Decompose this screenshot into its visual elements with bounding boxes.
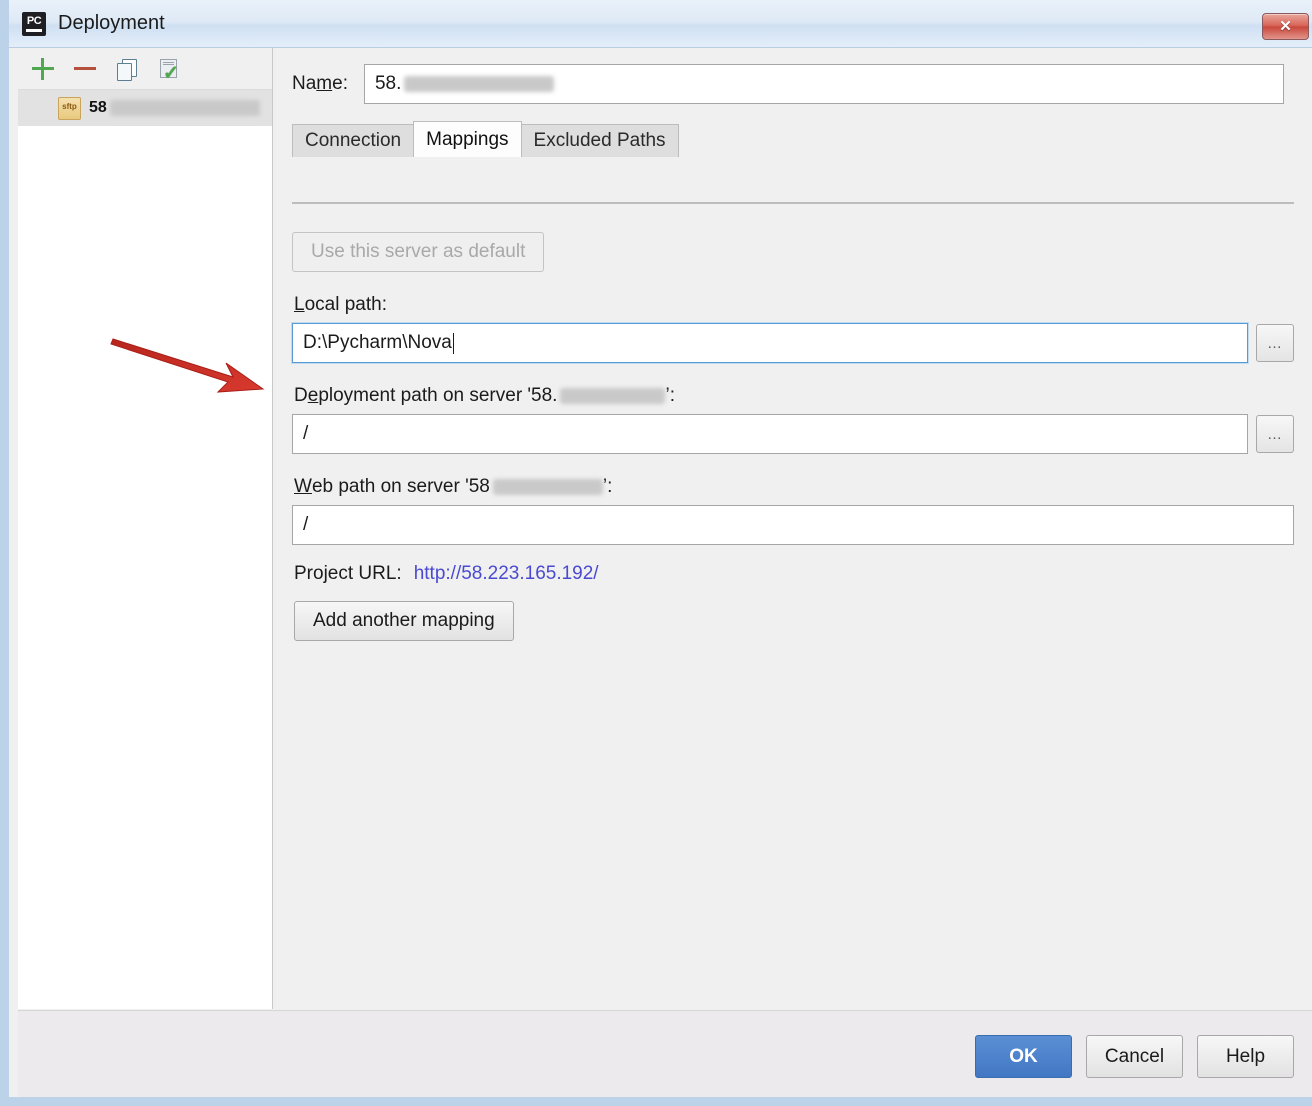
dialog-content: ✓ sftp 58 Name: 58. Connection Mappings … (18, 48, 1312, 1097)
deployment-dialog-screenshot: PC Deployment ✕ ✓ sftp 58 Name: 58. Conn… (0, 0, 1312, 1106)
checkmark-icon: ✓ (163, 62, 179, 84)
add-another-mapping-button[interactable]: Add another mapping (294, 601, 514, 641)
close-button[interactable]: ✕ (1262, 13, 1309, 40)
local-path-browse-button[interactable]: … (1256, 324, 1294, 362)
web-path-value: / (303, 514, 309, 535)
add-mapping-wrap: Add another mapping (294, 601, 1294, 641)
project-url-link[interactable]: http://58.223.165.192/ (414, 563, 599, 585)
window-title: Deployment (58, 12, 165, 34)
deployment-path-label-d: D (294, 385, 308, 406)
name-input[interactable]: 58. (363, 64, 1284, 104)
name-row: Name: 58. (274, 48, 1312, 104)
redacted-deployment-host (560, 388, 666, 404)
deployment-path-mnemonic: e (307, 385, 319, 406)
pycharm-icon-text: PC (26, 14, 42, 27)
local-path-input[interactable]: D:\Pycharm\Nova (292, 323, 1248, 363)
web-path-label: Web path on server '58 ’: (294, 476, 1294, 498)
server-list: sftp 58 (18, 90, 272, 126)
text-caret (452, 332, 454, 354)
tab-mappings[interactable]: Mappings (413, 121, 522, 157)
mappings-tab-body: Use this server as default Local path: D… (292, 206, 1294, 1009)
add-server-button[interactable] (30, 56, 56, 82)
window-titlebar: PC Deployment ✕ (9, 0, 1312, 48)
deployment-path-label-prefix: ployment path on server '58. (318, 385, 558, 406)
list-item[interactable]: sftp 58 (18, 90, 272, 126)
redacted-server-name (109, 100, 260, 116)
tabs-divider (292, 202, 1294, 204)
deployment-path-browse-button[interactable]: … (1256, 415, 1294, 453)
settings-tabs: Connection Mappings Excluded Paths (292, 121, 1312, 157)
pycharm-icon-bar (26, 28, 42, 32)
remove-server-button[interactable] (72, 56, 98, 82)
server-list-item-label: 58 (89, 99, 260, 117)
sftp-icon-label: sftp (62, 101, 77, 111)
server-list-panel: ✓ sftp 58 (18, 48, 273, 1009)
local-path-value: D:\Pycharm\Nova (303, 332, 452, 353)
footer-buttons: OK Cancel Help (975, 1035, 1294, 1078)
deployment-path-row: / … (292, 414, 1294, 454)
copy-icon-page-front (117, 62, 132, 81)
deployment-dialog-window: PC Deployment ✕ ✓ sftp 58 Name: 58. Conn… (0, 0, 1312, 1106)
web-path-mnemonic: W (294, 476, 312, 497)
deployment-path-label-suffix: ’: (665, 385, 675, 406)
local-path-mnemonic: L (294, 294, 305, 315)
close-icon: ✕ (1279, 18, 1292, 35)
help-button[interactable]: Help (1197, 1035, 1294, 1078)
tab-connection[interactable]: Connection (292, 124, 415, 157)
copy-server-button[interactable] (114, 56, 140, 82)
ok-button[interactable]: OK (975, 1035, 1072, 1078)
project-url-row: Project URL: http://58.223.165.192/ (294, 563, 1294, 585)
project-url-label: Project URL: (294, 563, 402, 584)
name-input-value: 58. (374, 73, 402, 94)
deployment-path-value: / (303, 423, 309, 444)
use-this-server-as-default-button[interactable]: Use this server as default (292, 232, 545, 272)
web-path-input[interactable]: / (292, 505, 1294, 545)
pycharm-icon: PC (22, 11, 46, 36)
name-mnemonic: m (316, 73, 333, 94)
set-default-server-button[interactable]: ✓ (156, 56, 182, 84)
server-list-toolbar: ✓ (18, 48, 272, 90)
name-label: Name: (292, 73, 348, 94)
local-path-label: Local path: (294, 294, 387, 315)
server-settings-panel: Name: 58. Connection Mappings Excluded P… (274, 48, 1312, 1009)
local-path-row: D:\Pycharm\Nova … (292, 323, 1294, 363)
redacted-web-host (492, 479, 603, 495)
deployment-path-label: De ployment path on server '58. ’: (294, 385, 1294, 407)
sftp-icon: sftp (58, 96, 81, 120)
web-path-row: / (292, 505, 1294, 545)
cancel-button[interactable]: Cancel (1086, 1035, 1183, 1078)
web-path-label-prefix: eb path on server '58 (311, 476, 490, 497)
deployment-path-input[interactable]: / (292, 414, 1248, 454)
redacted-name-value (404, 76, 555, 92)
dialog-footer: OK Cancel Help (18, 1010, 1312, 1097)
web-path-label-suffix: ’: (602, 476, 613, 497)
tab-excluded-paths[interactable]: Excluded Paths (520, 124, 679, 157)
